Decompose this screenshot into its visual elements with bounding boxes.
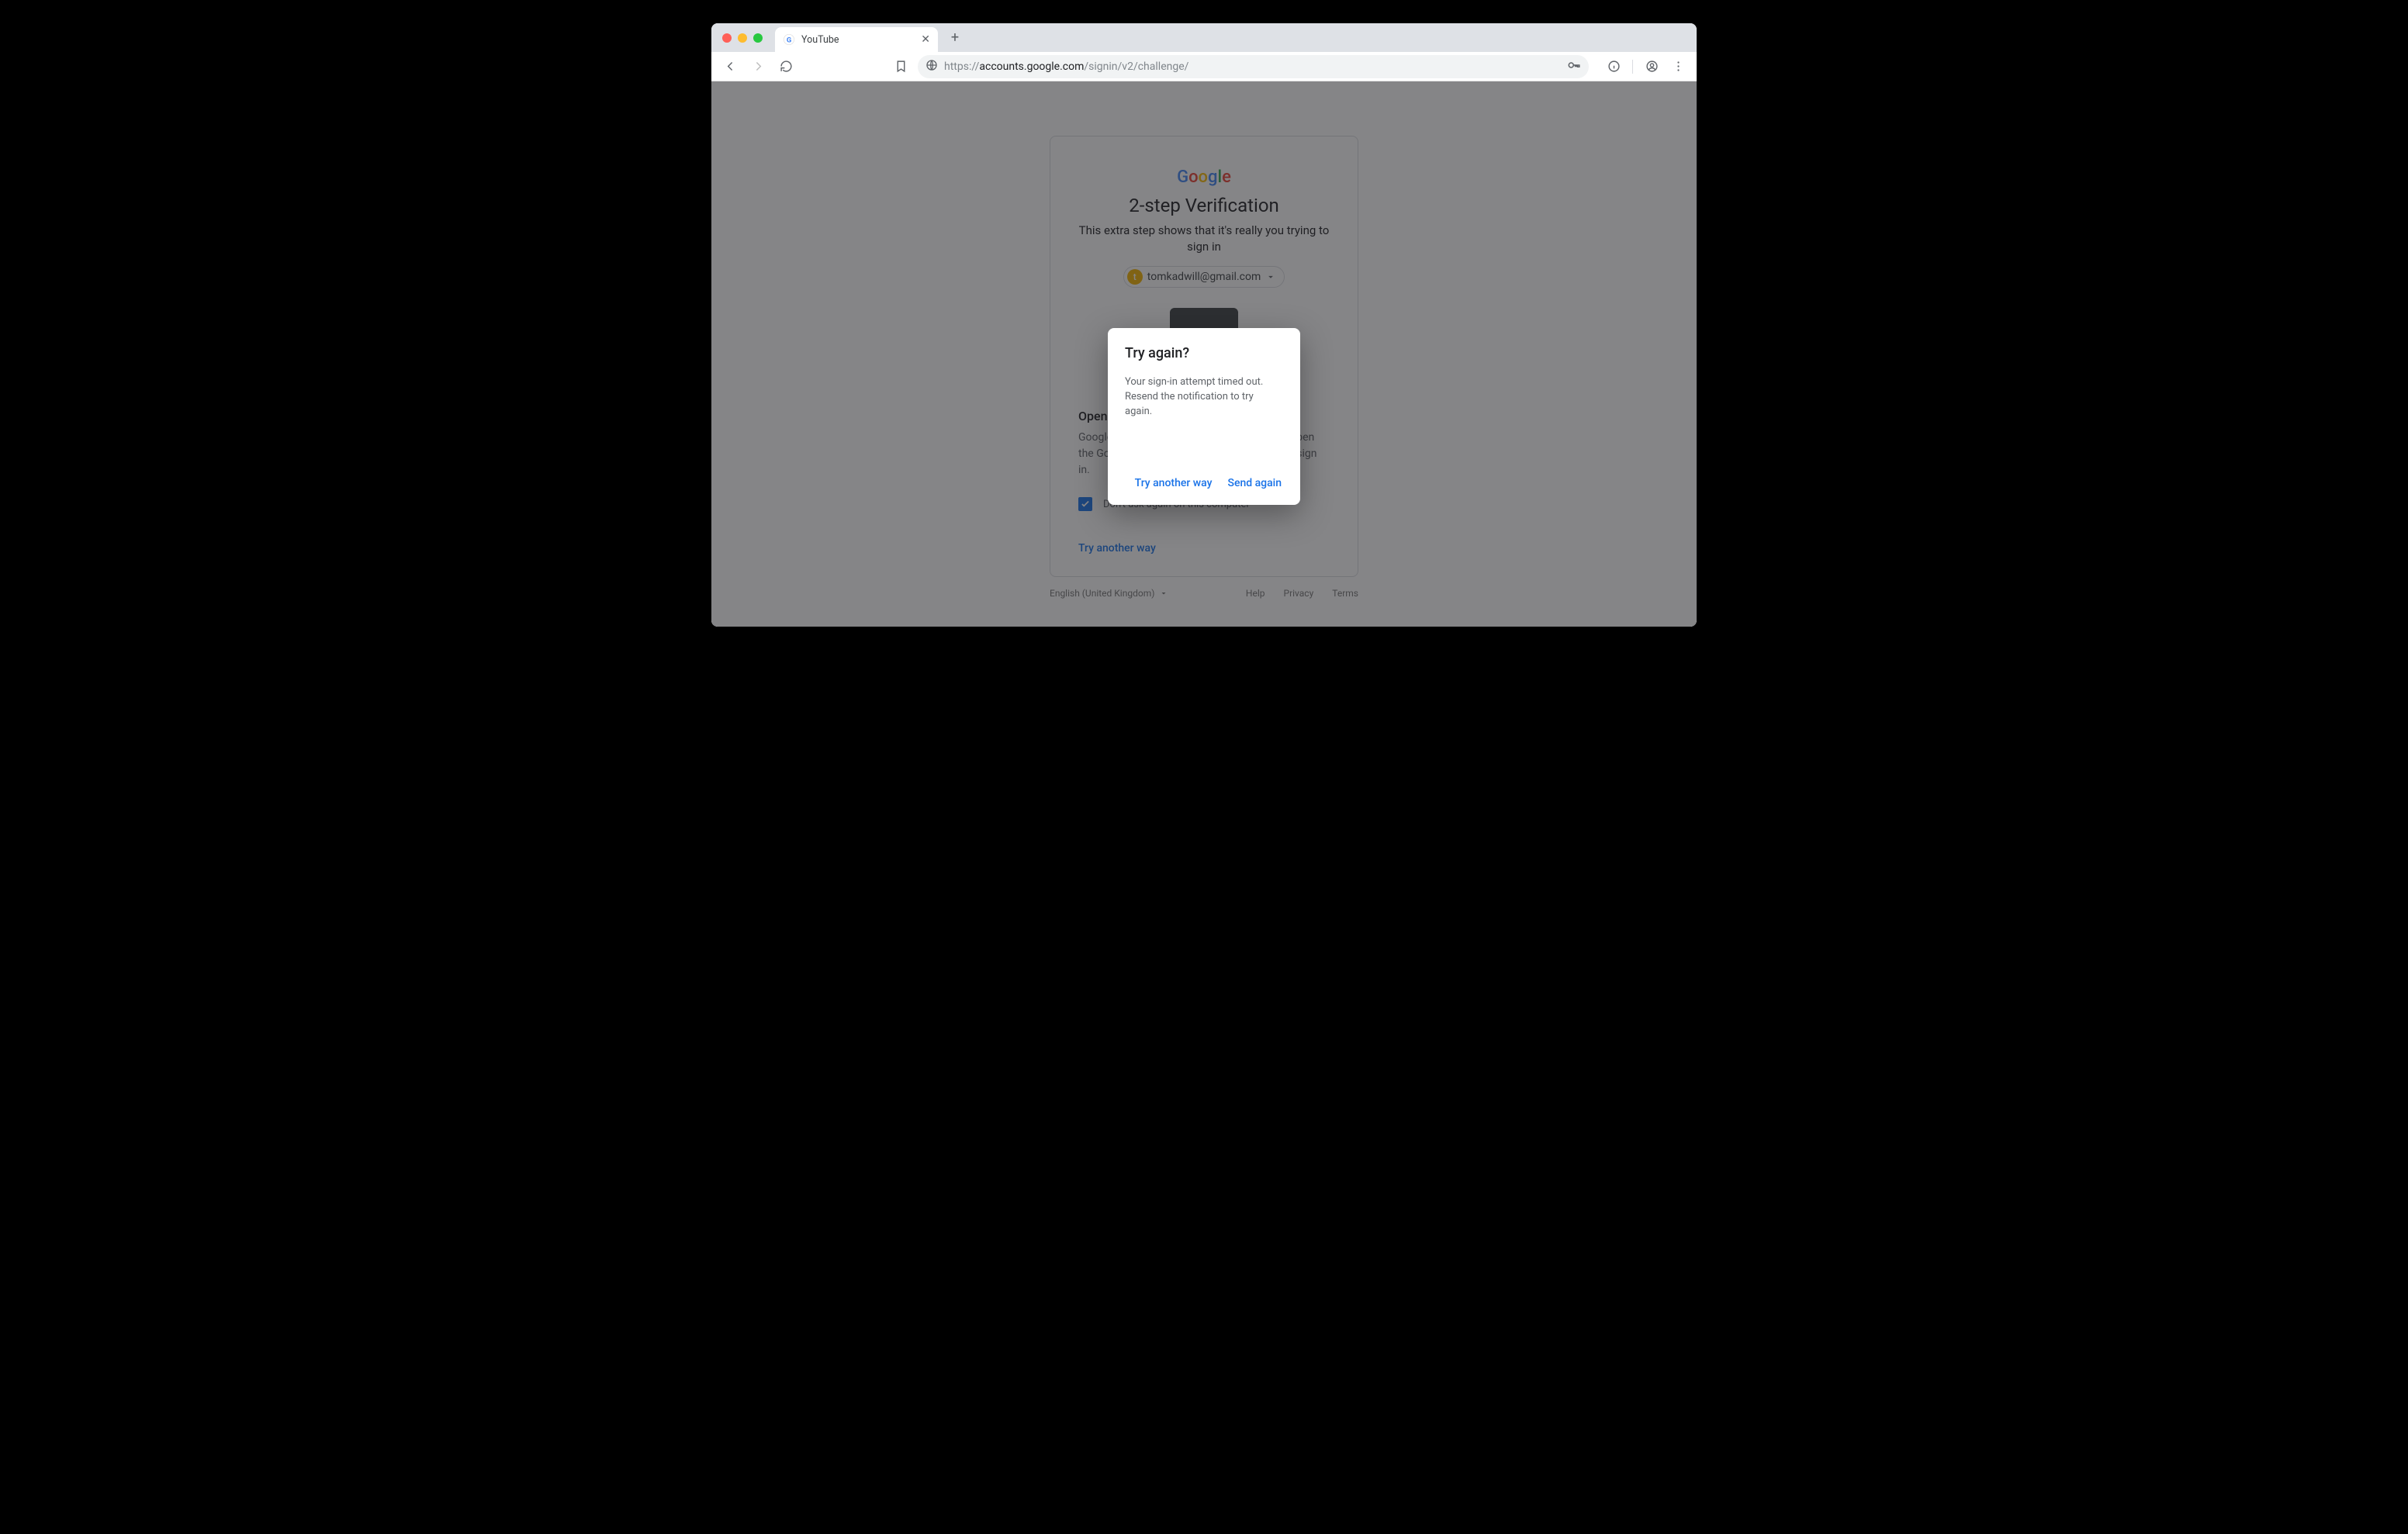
toolbar-right	[1603, 56, 1689, 78]
browser-toolbar: https://accounts.google.com/signin/v2/ch…	[711, 52, 1697, 81]
dialog-line1: Your sign-in attempt timed out.	[1125, 375, 1283, 390]
toolbar-divider	[1632, 60, 1633, 74]
info-icon[interactable]	[1603, 56, 1624, 78]
maximize-window-button[interactable]	[753, 33, 763, 43]
url-scheme: https://	[944, 60, 979, 73]
minimize-window-button[interactable]	[738, 33, 747, 43]
forward-button[interactable]	[747, 56, 769, 78]
address-bar[interactable]: https://accounts.google.com/signin/v2/ch…	[918, 55, 1589, 78]
svg-text:G: G	[787, 36, 791, 44]
password-key-icon[interactable]	[1567, 58, 1581, 75]
back-button[interactable]	[719, 56, 741, 78]
close-tab-icon[interactable]: ✕	[921, 33, 930, 46]
url-path: /signin/v2/challenge/	[1084, 60, 1188, 73]
profile-icon[interactable]	[1641, 56, 1662, 78]
menu-icon[interactable]	[1667, 56, 1689, 78]
browser-window: G YouTube ✕ + https://accounts.google.co…	[711, 23, 1697, 627]
dialog-title: Try again?	[1125, 345, 1283, 361]
dialog-actions: Try another way Send again	[1125, 472, 1283, 494]
timeout-dialog: Try again? Your sign-in attempt timed ou…	[1108, 328, 1300, 505]
dialog-try-another-button[interactable]: Try another way	[1133, 472, 1214, 494]
dialog-send-again-button[interactable]: Send again	[1226, 472, 1283, 494]
url-host: accounts.google.com	[979, 60, 1084, 73]
close-window-button[interactable]	[722, 33, 732, 43]
site-info-icon[interactable]	[925, 59, 938, 74]
browser-tab[interactable]: G YouTube ✕	[775, 27, 938, 52]
dialog-line2: Resend the notification to try again.	[1125, 390, 1283, 420]
tabstrip: G YouTube ✕ +	[711, 23, 1697, 52]
new-tab-button[interactable]: +	[944, 27, 966, 49]
tab-title: YouTube	[801, 34, 839, 46]
reload-button[interactable]	[775, 56, 797, 78]
bookmark-icon[interactable]	[890, 56, 912, 78]
window-controls	[719, 33, 767, 43]
page-content: Google 2-step Verification This extra st…	[711, 81, 1697, 627]
url-text: https://accounts.google.com/signin/v2/ch…	[944, 60, 1188, 73]
tab-favicon: G	[783, 33, 795, 46]
